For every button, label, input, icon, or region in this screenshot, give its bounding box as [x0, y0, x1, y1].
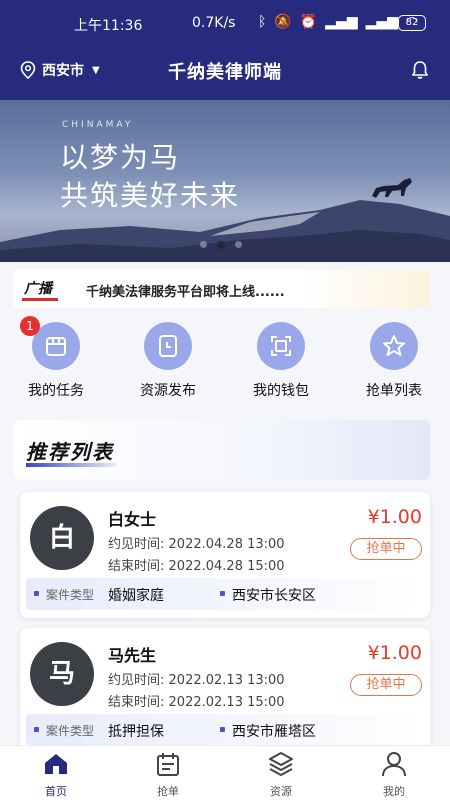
banner-dot-active[interactable]: [217, 241, 225, 249]
nav-label: 我的: [383, 785, 405, 798]
quick-action-label: 抢单列表: [366, 383, 422, 399]
end-time-row: 结束时间: 2022.02.13 15:00: [108, 691, 285, 710]
promo-banner[interactable]: CHINAMAY 以梦为马 共筑美好未来: [0, 100, 450, 262]
case-info-bar: 案件类型 抵押担保 西安市雁塔区: [26, 714, 424, 746]
nav-mine[interactable]: 我的: [338, 750, 450, 799]
mute-icon: 🔕: [274, 14, 292, 30]
user-icon: [382, 752, 406, 777]
end-time-value: 2022.02.13 15:00: [168, 695, 285, 710]
nav-label: 首页: [45, 785, 67, 798]
bottom-nav: 首页 抢单 资源 我的: [0, 745, 450, 800]
publish-icon: [159, 335, 177, 357]
recommend-card[interactable]: 白 白女士 约见时间: 2022.04.28 13:00 结束时间: 2022.…: [20, 492, 430, 618]
grab-status-button[interactable]: 抢单中: [350, 674, 422, 696]
location-marker-icon: [220, 591, 225, 596]
bluetooth-icon: ᛒ: [258, 14, 267, 30]
nav-label: 资源: [270, 785, 292, 798]
end-time-value: 2022.04.28 15:00: [168, 559, 285, 574]
grab-status-button[interactable]: 抢单中: [350, 538, 422, 560]
appoint-time-row: 约见时间: 2022.02.13 13:00: [108, 669, 285, 688]
avatar: 马: [30, 642, 94, 706]
star-icon-circle: [370, 322, 418, 370]
broadcast-bar[interactable]: 广播 千纳美法律服务平台即将上线......: [14, 270, 430, 308]
price: ¥1.00: [367, 642, 422, 664]
quick-action-label: 资源发布: [140, 383, 196, 399]
recommend-title: 推荐列表: [26, 436, 116, 467]
task-icon-circle: 1: [20, 316, 80, 370]
status-bar: 上午11:36 0.7K/s ᛒ 🔕 ⏰ ▂▄▆ ▂▄▆ ◠ 82: [0, 0, 450, 48]
case-location: 西安市长安区: [232, 588, 316, 604]
appoint-time-label: 约见时间:: [108, 673, 165, 688]
bell-icon[interactable]: [410, 60, 430, 80]
quick-action-grab-list[interactable]: 抢单列表: [338, 322, 450, 400]
case-type-marker-icon: [34, 591, 39, 596]
signal-icon: ▂▄▆: [325, 14, 358, 30]
appoint-time-value: 2022.02.13 13:00: [168, 673, 285, 688]
banner-dot[interactable]: [200, 241, 207, 248]
status-icons: ᛒ 🔕 ⏰ ▂▄▆ ▂▄▆ ◠: [258, 14, 418, 30]
star-icon: [383, 335, 405, 356]
wallet-icon-circle: [257, 322, 305, 370]
client-name: 马先生: [108, 646, 157, 665]
banner-dot[interactable]: [235, 241, 242, 248]
end-time-label: 结束时间:: [108, 695, 165, 710]
appoint-time-value: 2022.04.28 13:00: [168, 537, 285, 552]
home-icon: [45, 754, 67, 774]
banner-pagination: [200, 241, 242, 249]
task-icon: [46, 337, 66, 356]
alarm-icon: ⏰: [299, 14, 318, 30]
quick-action-label: 我的钱包: [253, 383, 309, 399]
case-type-marker-icon: [34, 727, 39, 732]
appoint-time-label: 约见时间:: [108, 537, 165, 552]
appoint-time-row: 约见时间: 2022.04.28 13:00: [108, 533, 285, 552]
location-marker-icon: [220, 727, 225, 732]
case-info-bar: 案件类型 婚姻家庭 西安市长安区: [26, 578, 424, 610]
network-speed: 0.7K/s: [192, 15, 236, 31]
avatar: 白: [30, 506, 94, 570]
calendar-icon: [157, 753, 179, 776]
recommend-card[interactable]: 马 马先生 约见时间: 2022.02.13 13:00 结束时间: 2022.…: [20, 628, 430, 754]
end-time-label: 结束时间:: [108, 559, 165, 574]
banner-brand: CHINAMAY: [62, 120, 134, 130]
client-name: 白女士: [108, 510, 157, 529]
layers-icon: [269, 752, 293, 776]
case-type-label: 案件类型: [46, 588, 95, 602]
price: ¥1.00: [367, 506, 422, 528]
quick-action-label: 我的任务: [28, 383, 84, 399]
broadcast-tag: 广播: [22, 278, 58, 301]
header: 西安市 ▼ 千纳美律师端: [0, 48, 450, 92]
quick-action-publish[interactable]: 资源发布: [112, 322, 224, 400]
broadcast-text: 千纳美法律服务平台即将上线......: [86, 285, 285, 300]
battery-indicator: 82: [398, 15, 426, 31]
case-type-value: 婚姻家庭: [108, 588, 164, 604]
page-title: 千纳美律师端: [168, 62, 282, 83]
case-location: 西安市雁塔区: [232, 724, 316, 740]
end-time-row: 结束时间: 2022.04.28 15:00: [108, 555, 285, 574]
task-count-badge: 1: [20, 316, 40, 336]
case-type-label: 案件类型: [46, 724, 95, 738]
quick-action-my-tasks[interactable]: 1 我的任务: [0, 316, 112, 400]
publish-icon-circle: [144, 322, 192, 370]
nav-home[interactable]: 首页: [0, 750, 112, 799]
quick-actions: 1 我的任务 资源发布 我的钱包 抢单列表: [0, 316, 450, 402]
case-type-value: 抵押担保: [108, 724, 164, 740]
nav-label: 抢单: [157, 785, 179, 798]
quick-action-wallet[interactable]: 我的钱包: [225, 322, 337, 400]
status-time: 上午11:36: [74, 18, 143, 34]
recommend-header: 推荐列表: [14, 420, 430, 480]
wallet-icon: [271, 336, 291, 356]
nav-grab[interactable]: 抢单: [112, 750, 224, 799]
signal2-icon: ▂▄▆: [365, 14, 398, 30]
top-bar: 上午11:36 0.7K/s ᛒ 🔕 ⏰ ▂▄▆ ▂▄▆ ◠ 82 西安市 ▼ …: [0, 0, 450, 100]
nav-resources[interactable]: 资源: [225, 750, 337, 799]
